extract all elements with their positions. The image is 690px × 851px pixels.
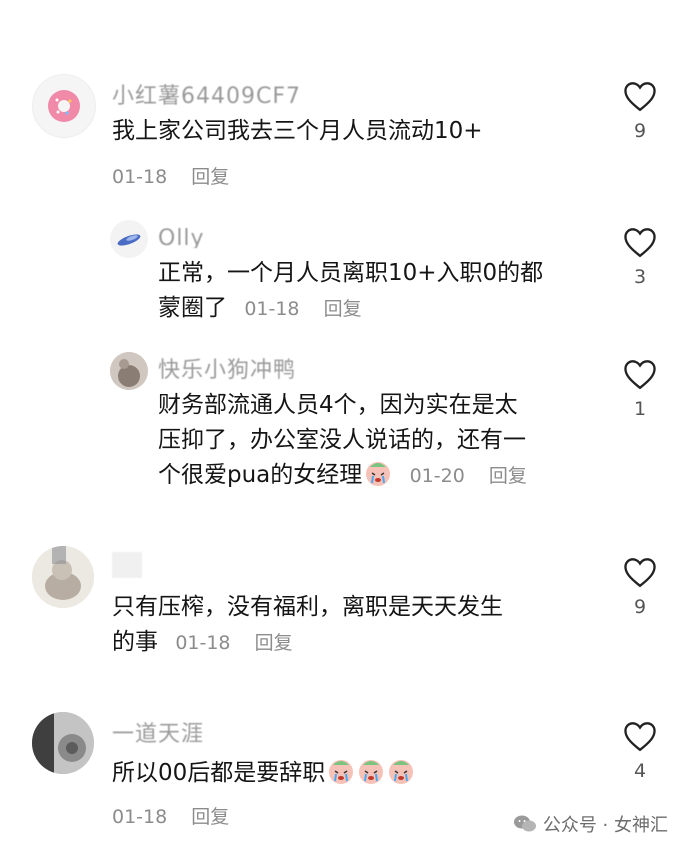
like-button[interactable]: 1 — [620, 358, 660, 420]
avatar-image — [117, 234, 141, 246]
comment-meta: 01-20 回复 — [410, 465, 527, 487]
like-button[interactable]: 3 — [620, 226, 660, 288]
like-count: 9 — [633, 596, 647, 618]
like-count: 3 — [633, 266, 647, 288]
reply-button[interactable]: 回复 — [324, 298, 362, 320]
avatar[interactable] — [32, 546, 94, 608]
comment-text: 财务部流通人员4个，因为实在是太 压抑了，办公室没人说话的，还有一 个很爱pua… — [158, 388, 527, 494]
comment-meta: 01-18 回复 — [244, 298, 361, 320]
comment-text: 正常，一个月人员离职10+入职0的都 蒙圈了 01-18 回复 — [158, 256, 543, 327]
comment-line: 蒙圈了 — [158, 295, 227, 321]
comment-date: 01-18 — [244, 298, 300, 320]
like-count: 9 — [633, 120, 647, 142]
comment-line-last: 个很爱pua的女经理 01-20 回复 — [158, 458, 527, 494]
reply-button[interactable]: 回复 — [191, 806, 229, 828]
comment-date: 01-20 — [409, 465, 465, 487]
watermark-text: 公众号 · 女神汇 — [542, 815, 668, 836]
avatar-image — [32, 712, 94, 774]
avatar[interactable] — [110, 352, 148, 390]
comment-date: 01-18 — [112, 166, 168, 188]
heart-icon — [624, 558, 656, 588]
comment-line-last: 的事 01-18 回复 — [112, 625, 503, 661]
username[interactable]: 小红薯64409CF7 — [112, 80, 301, 106]
reply-button[interactable]: 回复 — [489, 465, 527, 487]
crying-emoji-icon — [329, 760, 354, 784]
comment-text: 所以00后都是要辞职 — [112, 756, 415, 791]
comment-line: 所以00后都是要辞职 — [112, 760, 326, 786]
comment-date: 01-18 — [112, 806, 168, 828]
avatar-image — [32, 546, 94, 608]
comment-meta: 01-18 回复 — [112, 162, 229, 189]
avatar[interactable] — [32, 712, 94, 774]
like-button[interactable]: 9 — [620, 80, 660, 142]
username[interactable]: 快乐小狗冲鸭 — [158, 354, 296, 380]
username[interactable]: Olly — [158, 222, 205, 248]
comment-line: 个很爱pua的女经理 — [158, 462, 363, 488]
watermark: 公众号 · 女神汇 — [513, 811, 668, 837]
comment-line: 正常，一个月人员离职10+入职0的都 — [158, 260, 544, 286]
comment-meta: 01-18 回复 — [175, 632, 292, 654]
like-button[interactable]: 9 — [620, 556, 660, 618]
comment-text: 我上家公司我去三个月人员流动10+ — [112, 114, 483, 149]
heart-icon — [624, 228, 656, 258]
comment-line: 我上家公司我去三个月人员流动10+ — [112, 118, 483, 144]
comment-line-last: 蒙圈了 01-18 回复 — [158, 291, 543, 327]
reply-button[interactable]: 回复 — [255, 632, 293, 654]
heart-icon — [624, 722, 656, 752]
avatar[interactable] — [110, 220, 148, 258]
crying-emoji-icon — [389, 760, 414, 784]
username[interactable] — [112, 552, 142, 578]
avatar-image — [110, 352, 148, 390]
avatar[interactable] — [32, 74, 96, 138]
comment-line: 的事 — [112, 629, 158, 655]
crying-emoji-icon — [359, 760, 384, 784]
comment-line: 压抑了，办公室没人说话的，还有一 — [158, 427, 526, 453]
like-button[interactable]: 4 — [620, 720, 660, 782]
wechat-icon — [513, 815, 536, 832]
donut-icon — [48, 90, 80, 122]
comment-meta: 01-18 回复 — [112, 802, 229, 829]
comment-date: 01-18 — [175, 632, 231, 654]
comment-text: 只有压榨，没有福利，离职是天天发生 的事 01-18 回复 — [112, 590, 503, 661]
heart-icon — [624, 82, 656, 112]
like-count: 1 — [633, 398, 647, 420]
comment-line: 只有压榨，没有福利，离职是天天发生 — [112, 594, 503, 620]
crying-emoji-icon — [366, 462, 391, 486]
comment-line: 财务部流通人员4个，因为实在是太 — [158, 392, 518, 418]
heart-icon — [624, 360, 656, 390]
username[interactable]: 一道天涯 — [112, 718, 204, 744]
reply-button[interactable]: 回复 — [191, 166, 229, 188]
like-count: 4 — [633, 760, 647, 782]
